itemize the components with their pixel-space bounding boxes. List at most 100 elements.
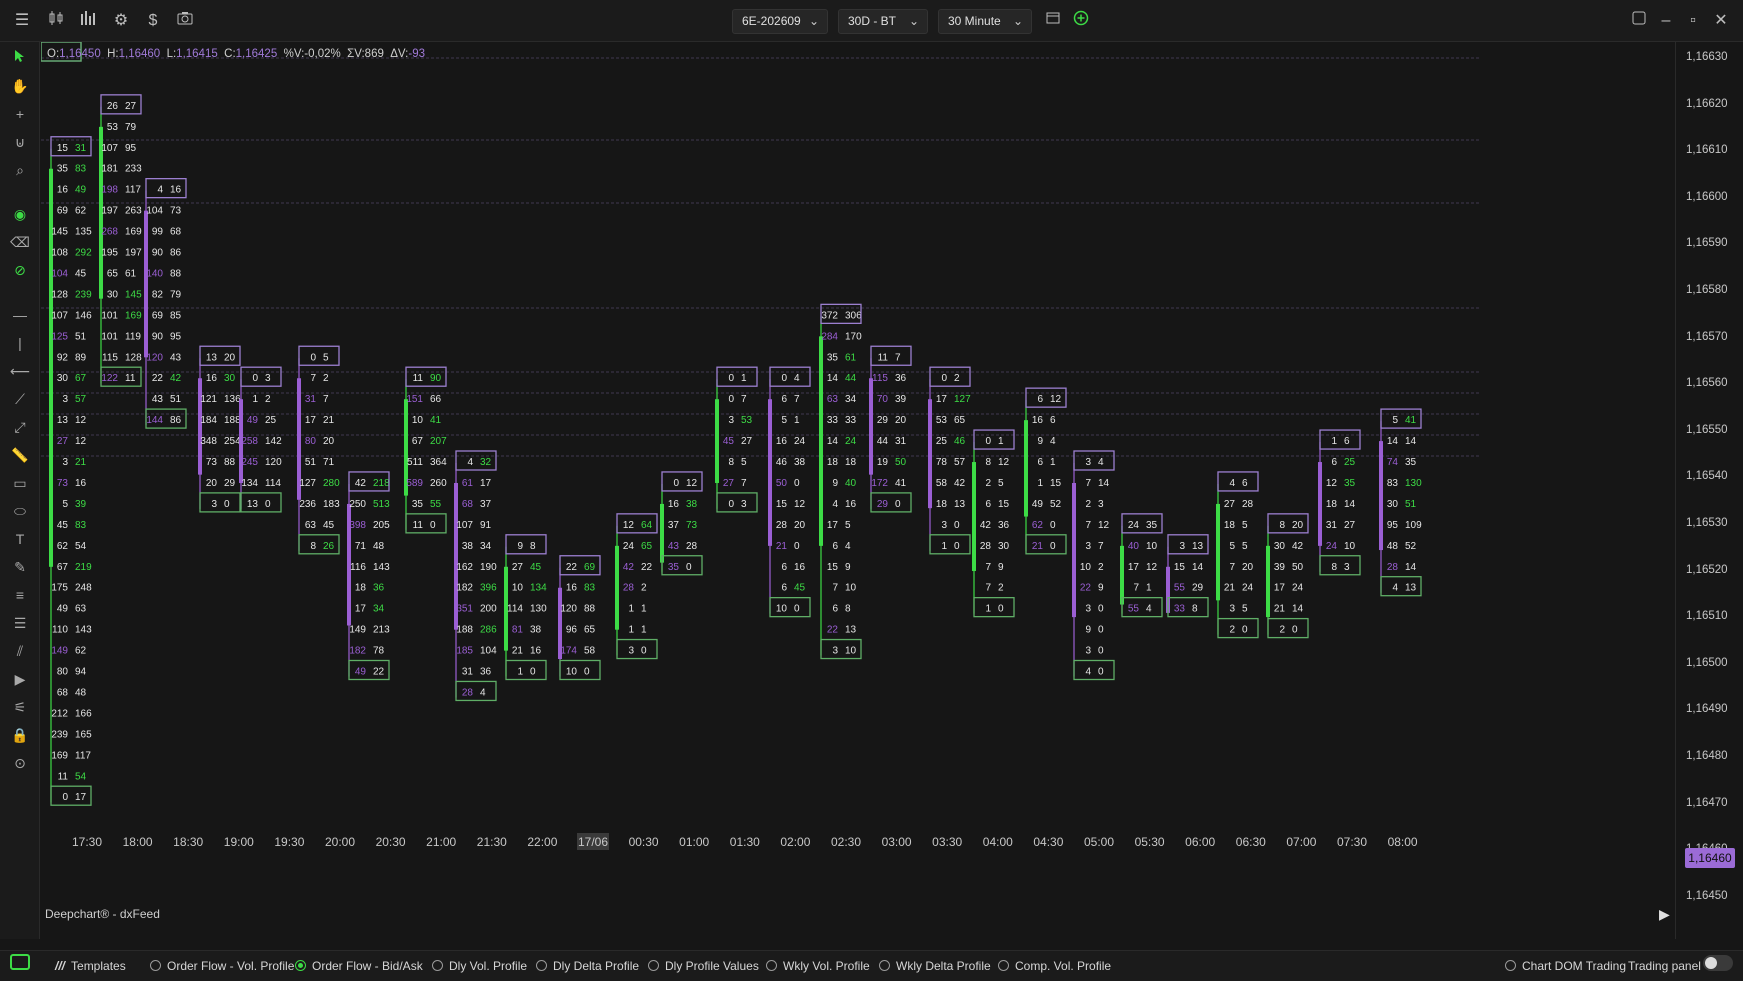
bars-icon[interactable] bbox=[77, 10, 99, 32]
ask-volume: 42 bbox=[170, 373, 182, 384]
menu-icon[interactable]: ☰ bbox=[11, 10, 33, 32]
bid-volume: 2 bbox=[1085, 499, 1091, 510]
bid-volume: 35 bbox=[668, 562, 680, 573]
time-tick-label: 07:00 bbox=[1286, 835, 1316, 849]
bid-volume: 6 bbox=[1037, 457, 1043, 468]
visibility-icon[interactable]: ⊙ bbox=[9, 752, 31, 774]
bid-volume: 35 bbox=[827, 352, 839, 363]
dollar-icon[interactable]: $ bbox=[142, 10, 164, 32]
ask-volume: 143 bbox=[75, 625, 92, 636]
ellipse-icon[interactable]: ⬭ bbox=[9, 500, 31, 522]
ask-volume: 207 bbox=[430, 436, 447, 447]
settings-lines-icon[interactable]: ⚟ bbox=[9, 696, 31, 718]
bid-volume: 9 bbox=[517, 541, 523, 552]
levels-icon[interactable]: ☰ bbox=[9, 612, 31, 634]
candles-icon[interactable] bbox=[45, 10, 67, 32]
zoom-icon[interactable]: ⌕ bbox=[9, 159, 31, 181]
ask-volume: 34 bbox=[373, 604, 385, 615]
chart-dom-trading-radio[interactable]: Chart DOM Trading bbox=[1505, 959, 1626, 973]
trading-panel-label: Trading panel bbox=[1628, 959, 1701, 973]
template-tab-wkly-vol-profile[interactable]: Wkly Vol. Profile bbox=[766, 959, 870, 973]
template-tab-dly-vol-profile[interactable]: Dly Vol. Profile bbox=[432, 959, 527, 973]
layout-icon[interactable] bbox=[1628, 10, 1650, 32]
ask-volume: 14 bbox=[1405, 436, 1417, 447]
templates-button[interactable]: /// Templates bbox=[55, 959, 126, 973]
close-icon[interactable]: ✕ bbox=[1710, 10, 1732, 32]
ray-icon[interactable]: ⟵ bbox=[9, 360, 31, 382]
template-tab-comp-vol-profile[interactable]: Comp. Vol. Profile bbox=[998, 959, 1111, 973]
time-tick-label: 05:30 bbox=[1135, 835, 1165, 849]
bid-volume: 26 bbox=[107, 101, 119, 112]
time-tick-label: 04:30 bbox=[1033, 835, 1063, 849]
trendline-icon[interactable]: ⟋ bbox=[9, 388, 31, 410]
bid-volume: 236 bbox=[299, 499, 316, 510]
price-tick-label: 1,16610 bbox=[1686, 144, 1728, 157]
projection-icon[interactable]: ▶ bbox=[9, 668, 31, 690]
template-tab-dly-profile-values[interactable]: Dly Profile Values bbox=[648, 959, 759, 973]
window-icon[interactable] bbox=[1042, 10, 1064, 32]
bid-volume: 3 bbox=[941, 520, 947, 531]
bid-volume: 69 bbox=[152, 310, 164, 321]
eye-icon[interactable]: ◉ bbox=[9, 203, 31, 225]
symbol-dropdown[interactable]: 6E-202609 ⌄ bbox=[732, 9, 828, 34]
bid-volume: 37 bbox=[668, 520, 680, 531]
bid-volume: 0 bbox=[728, 499, 734, 510]
scroll-right-icon[interactable]: ▶ bbox=[1659, 906, 1670, 923]
c-label: C: bbox=[224, 48, 236, 60]
ask-volume: 34 bbox=[480, 541, 492, 552]
add-circle-icon[interactable] bbox=[1070, 10, 1092, 32]
extended-line-icon[interactable]: ⤢ bbox=[9, 416, 31, 438]
bid-volume: 7 bbox=[1085, 520, 1091, 531]
fib-icon[interactable]: ⫽ bbox=[9, 640, 31, 662]
vertical-line-icon[interactable]: | bbox=[9, 332, 31, 354]
template-tab-label: Dly Delta Profile bbox=[553, 959, 640, 973]
ask-volume: 0 bbox=[794, 541, 800, 552]
hand-icon[interactable]: ✋ bbox=[9, 75, 31, 97]
lock-icon[interactable]: 🔒 bbox=[9, 724, 31, 746]
template-tab-dly-delta-profile[interactable]: Dly Delta Profile bbox=[536, 959, 639, 973]
list-icon[interactable]: ≡ bbox=[9, 584, 31, 606]
ask-volume: 27 bbox=[1344, 520, 1356, 531]
panel-toggle-icon[interactable] bbox=[10, 954, 30, 970]
time-tick-label: 03:30 bbox=[932, 835, 962, 849]
price-tick-label: 1,16550 bbox=[1686, 423, 1728, 436]
current-price-badge: 1,16460 bbox=[1685, 848, 1735, 868]
template-tab-wkly-delta-profile[interactable]: Wkly Delta Profile bbox=[879, 959, 991, 973]
high-cell-box bbox=[769, 366, 811, 387]
template-tab-order-flow-vol-profile[interactable]: Order Flow - Vol. Profile bbox=[150, 959, 294, 973]
ask-volume: 200 bbox=[480, 604, 497, 615]
interval-dropdown[interactable]: 30 Minute ⌄ bbox=[938, 9, 1032, 34]
footprint-chart[interactable]: 17:30 18:00 18:30 19:00 19:30 20:00 20:30 21:00… bbox=[41, 42, 1675, 912]
bid-volume: 45 bbox=[57, 520, 69, 531]
bid-volume: 49 bbox=[247, 415, 259, 426]
cursor-icon[interactable] bbox=[9, 47, 31, 69]
gear-icon[interactable]: ⚙ bbox=[110, 10, 132, 32]
ruler-icon[interactable]: 📏 bbox=[9, 444, 31, 466]
price-tick-label: 1,16520 bbox=[1686, 563, 1728, 576]
bid-volume: 16 bbox=[206, 373, 218, 384]
ask-volume: 17 bbox=[480, 478, 492, 489]
ask-volume: 9 bbox=[998, 562, 1004, 573]
days-dropdown[interactable]: 30D - BT ⌄ bbox=[838, 9, 928, 34]
minimize-icon[interactable]: – bbox=[1655, 10, 1677, 32]
text-icon[interactable]: T bbox=[9, 528, 31, 550]
price-tick-label: 1,16620 bbox=[1686, 97, 1728, 110]
maximize-icon[interactable]: ▫ bbox=[1682, 10, 1704, 32]
bid-volume: 151 bbox=[406, 394, 423, 405]
price-scale[interactable]: 1,16630 1,16620 1,16610 1,16600 1,16590 1,165… bbox=[1675, 42, 1743, 939]
bid-volume: 268 bbox=[101, 227, 118, 238]
trading-panel-toggle[interactable] bbox=[1703, 955, 1733, 971]
price-tick-label: 1,16590 bbox=[1686, 237, 1728, 250]
link-icon[interactable]: ⊘ bbox=[9, 259, 31, 281]
pencil-icon[interactable]: ✎ bbox=[9, 556, 31, 578]
ask-volume: 53 bbox=[741, 415, 753, 426]
camera-icon[interactable] bbox=[174, 10, 196, 32]
crosshair-icon[interactable]: + bbox=[9, 103, 31, 125]
magnet-icon[interactable]: ⊍ bbox=[9, 131, 31, 153]
eraser-icon[interactable]: ⌫ bbox=[9, 231, 31, 253]
horizontal-line-icon[interactable]: — bbox=[9, 304, 31, 326]
ask-volume: 49 bbox=[75, 185, 87, 196]
rectangle-icon[interactable]: ▭ bbox=[9, 472, 31, 494]
radio-icon bbox=[766, 960, 777, 971]
template-tab-order-flow-bid-ask[interactable]: Order Flow - Bid/Ask bbox=[295, 959, 423, 973]
